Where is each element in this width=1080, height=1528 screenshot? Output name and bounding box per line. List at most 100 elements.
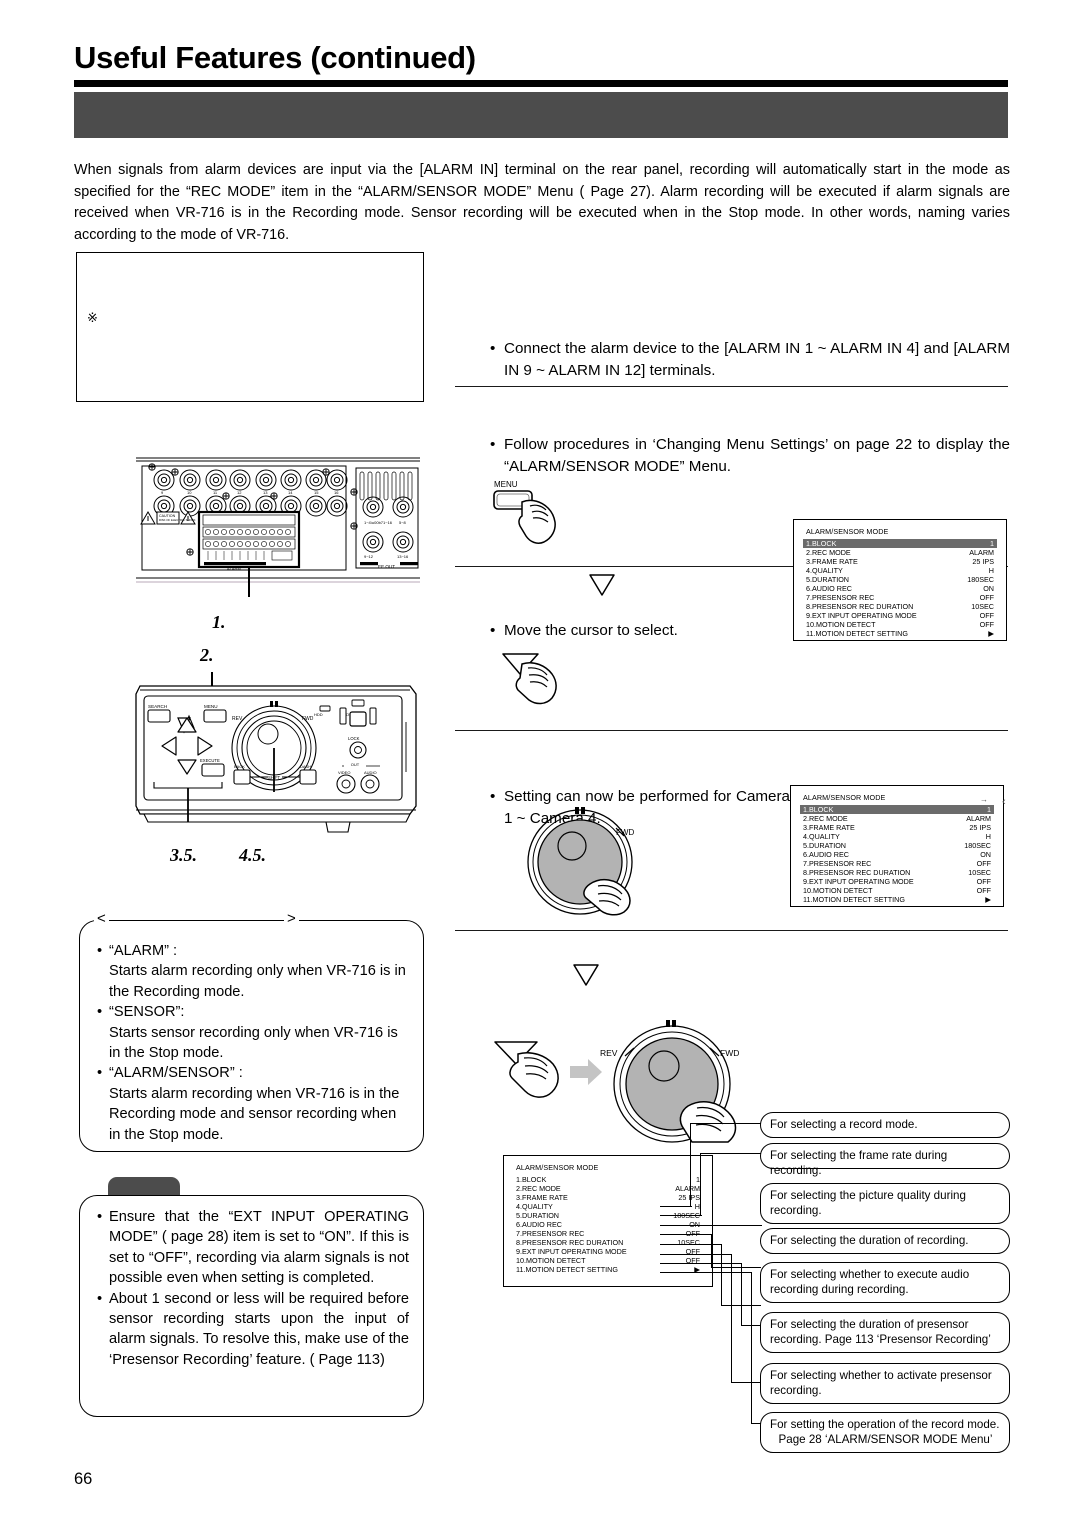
osd1-row-value: ON (983, 583, 994, 593)
leader-line-duration-h (660, 1234, 712, 1236)
osd2-row[interactable]: 4.QUALITY H (800, 832, 994, 841)
leader-line-rec-mode-h2 (660, 1206, 692, 1208)
osd1-row[interactable]: 2.REC MODE ALARM (803, 548, 997, 557)
osd3-row-label: 4.QUALITY (516, 1201, 553, 1211)
leader-line-frame-rate-h2 (660, 1215, 702, 1217)
svg-text:15: 15 (314, 490, 319, 495)
bullet-icon: • (97, 943, 103, 959)
osd1-row[interactable]: 1.BLOCK 1 (803, 538, 997, 548)
osd1-row-label: 7.PRESENSOR REC (806, 593, 875, 603)
osd3-row[interactable]: 1.BLOCK 1 (513, 1175, 703, 1184)
mode-item-sensor-body: Starts sensor recording only when VR-716… (109, 1024, 398, 1062)
osd2-row-label: 5.DURATION (803, 840, 846, 850)
osd3-row[interactable]: 2.REC MODE ALARM (513, 1184, 703, 1193)
osd1-row-label: 5.DURATION (806, 574, 849, 584)
svg-text:DASH: DASH (300, 764, 311, 769)
step-number-2: 2. (200, 645, 214, 665)
jog-dial-illustration-2: REV FWD (492, 1006, 762, 1146)
step-number-3-5: 3.5. (170, 845, 197, 865)
osd1-row-label: 8.PRESENSOR REC DURATION (806, 602, 914, 612)
osd2-row-label: 1.BLOCK (803, 804, 834, 814)
divider-3 (455, 730, 1008, 731)
title-rule (74, 80, 1008, 87)
step-1-text: • Connect the alarm device to the [ALARM… (490, 338, 1010, 382)
osd2-row-label: 2.REC MODE (803, 813, 848, 823)
leader-line-frame-rate-h (700, 1153, 762, 1155)
callout-presensor-rec-line2: recording. (770, 1384, 822, 1398)
osd2-row-value: 180SEC (964, 840, 991, 850)
callout-ext-input-line1: For setting the operation of the record … (770, 1418, 1000, 1431)
step-number-4-5: 4.5. (239, 845, 266, 865)
jog-fwd-label-2: FWD (720, 1048, 739, 1058)
svg-text:LOCK: LOCK (348, 736, 360, 741)
osd1-row[interactable]: 4.QUALITY H (803, 566, 997, 575)
osd3-row-label: 5.DURATION (516, 1210, 559, 1220)
osd2-row[interactable]: 11.MOTION DETECT SETTING ▶ (800, 895, 994, 904)
osd1-row-value: OFF (979, 593, 994, 603)
osd2-row[interactable]: 3.FRAME RATE 25 IPS (800, 823, 994, 832)
osd2-row[interactable]: 10.MOTION DETECT OFF (800, 886, 994, 895)
osd1-row[interactable]: 9.EXT INPUT OPERATING MODE OFF (803, 611, 997, 620)
osd2-row-label: 3.FRAME RATE (803, 822, 855, 832)
osd2-row[interactable]: 1.BLOCK 1 (800, 804, 994, 814)
osd3-row-value: ALARM (675, 1183, 700, 1193)
callout-rec-mode-line1: For selecting a record mode. (770, 1118, 918, 1131)
osd1-row-value: H (988, 565, 994, 575)
callout-audio-rec-line2: recording during recording. (770, 1283, 909, 1297)
osd-title: ALARM/SENSOR MODE (806, 527, 889, 536)
osd-title: ALARM/SENSOR MODE (516, 1163, 599, 1172)
blink-mark-icon: → (980, 795, 988, 804)
manual-page: Useful Features (continued) When signals… (0, 0, 1080, 1528)
leader-line-rec-mode-v (690, 1123, 692, 1207)
osd1-row[interactable]: 5.DURATION 180SEC (803, 575, 997, 584)
svg-text:OUT: OUT (351, 762, 360, 767)
osd3-row[interactable]: 8.PRESENSOR REC DURATION 10SEC (513, 1238, 703, 1247)
angle-open: < (94, 911, 109, 926)
bullet-icon: • (490, 340, 496, 357)
svg-text:AUDIO: AUDIO (364, 770, 377, 775)
osd2-row[interactable]: 6.AUDIO REC ON (800, 850, 994, 859)
osd1-row[interactable]: 6.AUDIO REC ON (803, 584, 997, 593)
leader-line-rec-mode-h (690, 1123, 762, 1125)
osd2-row[interactable]: 2.REC MODE ALARM (800, 814, 994, 823)
svg-text:SHIFT: SHIFT (268, 775, 281, 780)
osd2-row[interactable]: 7.PRESENSOR REC OFF (800, 859, 994, 868)
svg-text:FWD: FWD (302, 716, 314, 722)
osd1-row[interactable]: 7.PRESENSOR REC OFF (803, 593, 997, 602)
svg-text:12: 12 (237, 490, 242, 495)
osd3-row-label: 10.MOTION DETECT (516, 1256, 586, 1266)
callout-rec-mode: For selecting a record mode. (760, 1112, 1010, 1138)
mode-item-alarm-title: “ALARM” : (109, 943, 178, 959)
callout-ext-input: For setting the operation of the record … (760, 1412, 1010, 1453)
osd1-row-value: 25 IPS (972, 556, 994, 566)
osd-rows-2: 1.BLOCK 1 2.REC MODE ALARM 3.FRAME RATE 25 IP… (800, 804, 994, 905)
osd2-row[interactable]: 5.DURATION 180SEC (800, 841, 994, 850)
callout-presensor-duration-line2: recording. Page 113 ‘Presensor Recording… (770, 1333, 991, 1347)
osd1-row-value: OFF (979, 611, 994, 621)
osd1-row[interactable]: 8.PRESENSOR REC DURATION 10SEC (803, 602, 997, 611)
note-item-1: • Ensure that the “EXT INPUT OPERATING M… (96, 1207, 409, 1289)
mode-item-alarm-sensor-title: “ALARM/SENSOR” : (109, 1065, 243, 1082)
osd2-row[interactable]: 8.PRESENSOR REC DURATION 10SEC (800, 868, 994, 877)
note-item-2: • About 1 second or less will be require… (96, 1289, 409, 1371)
osd1-row[interactable]: 3.FRAME RATE 25 IPS (803, 557, 997, 566)
bullet-icon: • (490, 436, 496, 453)
reference-mark: ※ (87, 310, 98, 325)
osd2-row-value: OFF (976, 859, 991, 869)
osd2-row-label: 8.PRESENSOR REC DURATION (803, 868, 911, 878)
step-1-body: Connect the alarm device to the [ALARM I… (504, 340, 1010, 379)
osd2-row-value: 1 (987, 804, 991, 814)
intro-paragraph: When signals from alarm devices are inpu… (74, 162, 1010, 243)
rear-panel-illustration: 9 10 11 12 13 14 15 16 1~4\u00b71~16 5~8 9~12 1… (128, 452, 428, 602)
osd2-row-label: 10.MOTION DETECT (803, 886, 873, 896)
svg-text:9: 9 (161, 490, 164, 495)
osd3-row[interactable]: 3.FRAME RATE 25 IPS (513, 1193, 703, 1202)
svg-text:REV: REV (232, 716, 243, 722)
svg-text:13: 13 (263, 490, 268, 495)
jog-fwd-label: FWD (616, 828, 634, 837)
note-item-2-text: About 1 second or less will be required … (109, 1290, 409, 1368)
osd1-row-label: 9.EXT INPUT OPERATING MODE (806, 611, 917, 621)
osd2-row[interactable]: 9.EXT INPUT OPERATING MODE OFF (800, 877, 994, 886)
osd2-row-label: 7.PRESENSOR REC (803, 859, 872, 869)
mode-item-sensor-title: “SENSOR”: (109, 1004, 185, 1021)
